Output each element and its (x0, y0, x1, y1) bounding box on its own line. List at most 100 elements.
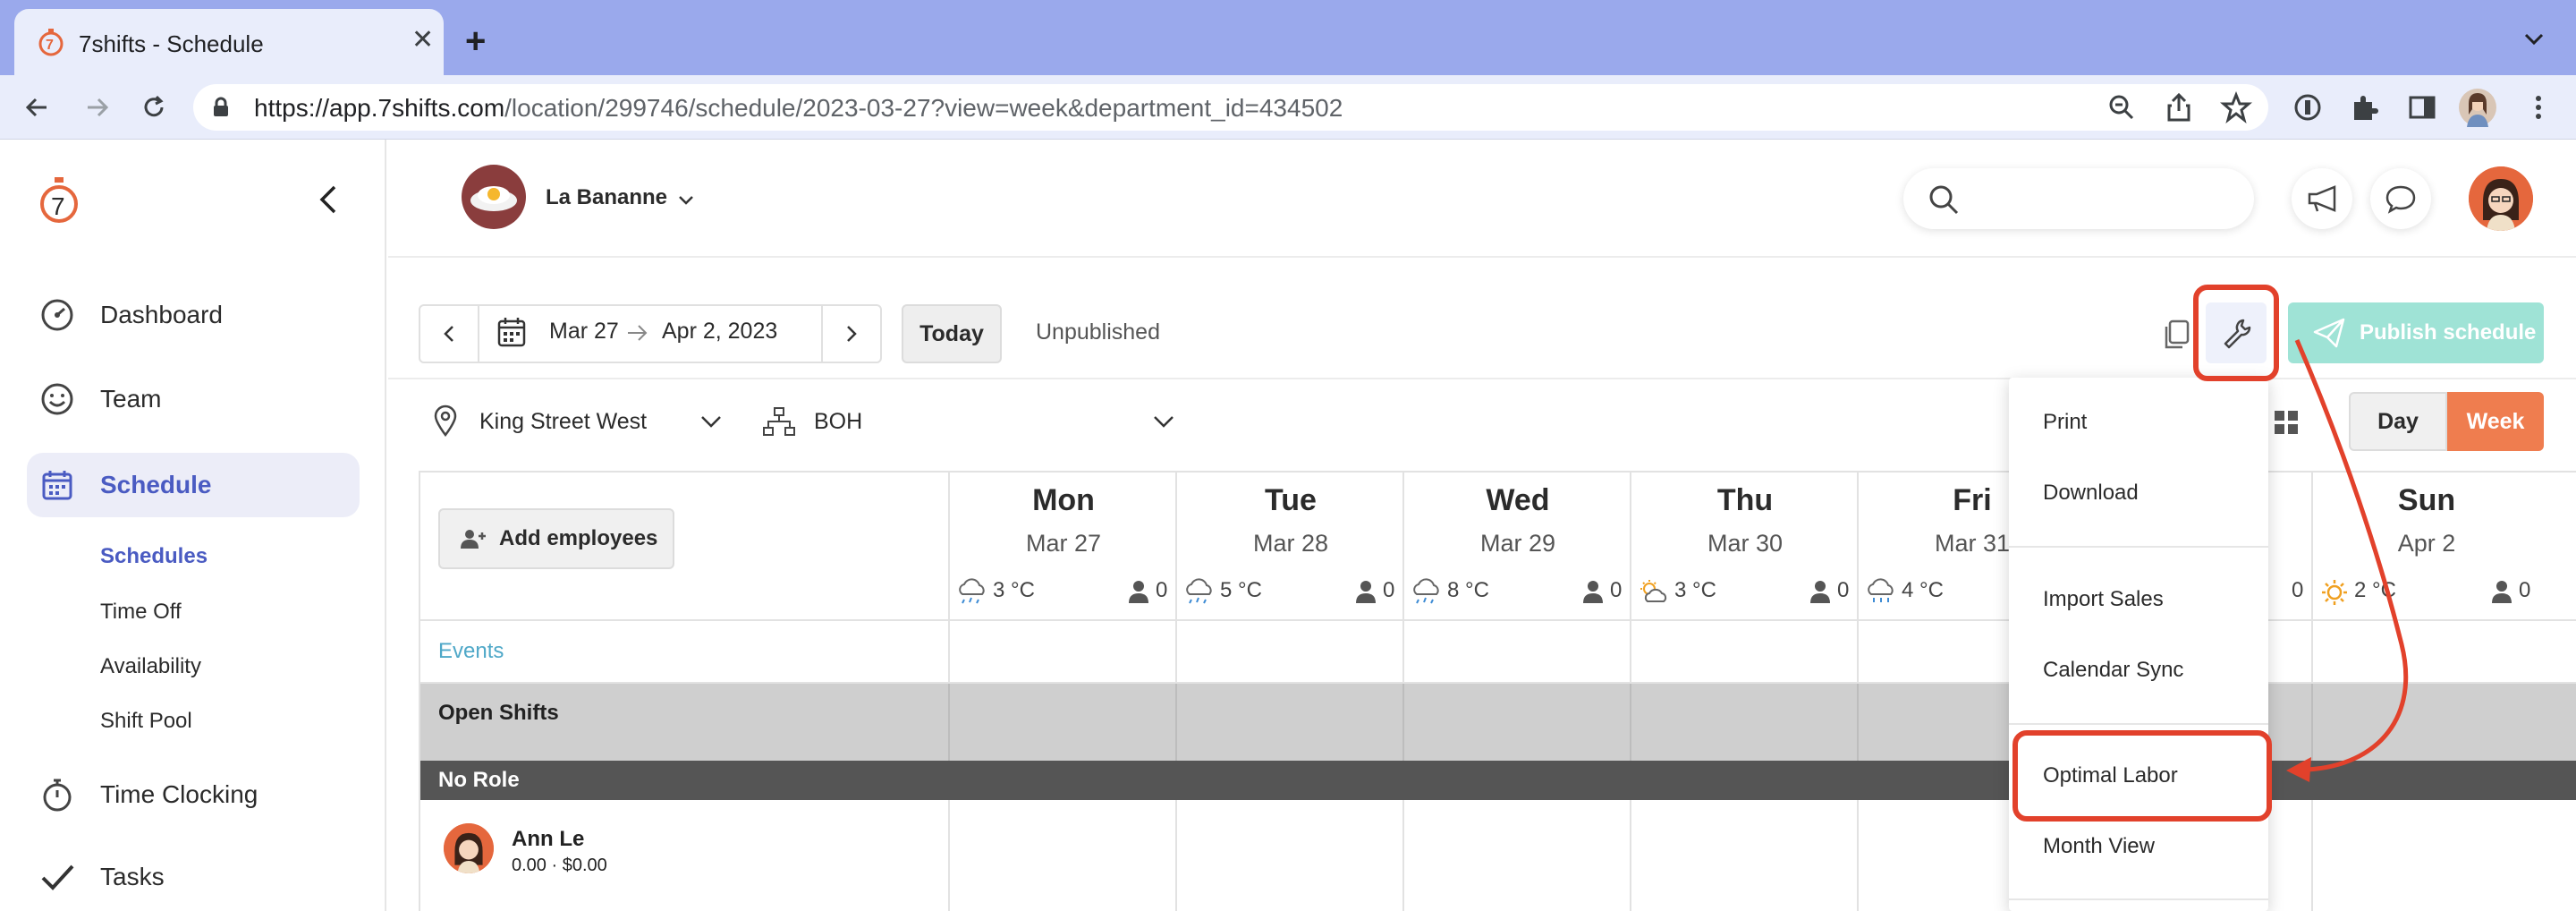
date-end[interactable]: Apr 2, 2023 (662, 319, 777, 345)
prev-week-button[interactable] (420, 306, 479, 362)
weather-temp: 3 °C (993, 578, 1035, 602)
grid-column-divider (948, 684, 950, 761)
chevron-down-icon[interactable] (1152, 412, 1175, 431)
tools-dropdown-menu (2009, 378, 2268, 911)
announcements-button[interactable] (2292, 168, 2352, 229)
employee-count: 0 (1156, 578, 1168, 602)
messages-button[interactable] (2370, 168, 2431, 229)
calendar-icon[interactable] (497, 317, 526, 347)
back-arrow-icon[interactable] (21, 91, 54, 123)
chevron-right-icon (847, 326, 857, 342)
gauge-icon (41, 299, 73, 331)
person-icon (2492, 581, 2512, 603)
department-select[interactable]: BOH (814, 409, 862, 435)
weather-temp: 3 °C (1674, 578, 1716, 602)
org-chart-icon (763, 407, 795, 436)
rain-cloud-icon (1868, 578, 1894, 602)
grid-column-divider (1402, 684, 1404, 761)
schedule-status: Unpublished (1036, 319, 1160, 345)
snow-cloud-icon (1186, 578, 1212, 604)
chevron-down-icon[interactable] (699, 412, 723, 431)
sidebar-item-label: Tasks (100, 863, 165, 890)
tab-title: 7shifts - Schedule (79, 30, 264, 57)
events-link[interactable]: Events (438, 639, 504, 664)
zoom-icon[interactable] (2106, 91, 2138, 123)
sidebar-item-dashboard[interactable]: Dashboard (39, 297, 223, 333)
no-role-label: No Role (438, 768, 520, 792)
location-avatar[interactable] (462, 165, 526, 229)
search-icon (1929, 185, 1959, 215)
user-avatar[interactable] (2469, 166, 2533, 231)
day-date: Mar 30 (1707, 530, 1784, 557)
sidebar-item-label: Schedule (100, 471, 212, 498)
sidebar-item-tasks[interactable]: Tasks (39, 859, 165, 895)
menu-item-import-sales[interactable]: Import Sales (2043, 587, 2164, 612)
stopwatch-icon (43, 779, 72, 812)
employee-count: 0 (1383, 578, 1395, 602)
url-path: /location/299746/schedule/2023-03-27?vie… (504, 94, 1343, 122)
copy-icon[interactable] (2161, 319, 2191, 351)
bookmark-star-icon[interactable] (2220, 91, 2252, 123)
forward-arrow-icon[interactable] (80, 91, 113, 123)
sidebar-subitem-availability[interactable]: Availability (100, 654, 201, 679)
tab-search-chevron-icon[interactable] (2522, 27, 2546, 50)
menu-item-calendar-sync[interactable]: Calendar Sync (2043, 658, 2183, 683)
location-select[interactable]: King Street West (479, 409, 647, 435)
arrow-right-icon (628, 325, 648, 341)
megaphone-icon (2308, 185, 2336, 212)
calendar-icon (42, 471, 72, 500)
side-panel-icon[interactable] (2406, 91, 2438, 123)
url-host: https://app.7shifts.com (254, 94, 505, 122)
menu-item-download[interactable]: Download (2043, 481, 2139, 506)
menu-separator (2009, 723, 2268, 725)
sidebar-subitem-shift-pool[interactable]: Shift Pool (100, 709, 192, 734)
sidebar-item-schedule[interactable]: Schedule (39, 467, 211, 503)
tab-close-icon[interactable]: ✕ (411, 25, 434, 55)
sidebar-item-label: Team (100, 385, 162, 413)
menu-item-print[interactable]: Print (2043, 410, 2087, 435)
day-header-mon: Mon (1032, 483, 1095, 517)
lock-icon[interactable] (211, 97, 231, 118)
chrome-menu-icon[interactable] (2522, 91, 2555, 123)
sidebar-subitem-time-off[interactable]: Time Off (100, 600, 182, 625)
browser-tab[interactable]: 7 7shifts - Schedule ✕ (14, 9, 444, 75)
annotation-highlight-optimal-labor (2012, 730, 2272, 822)
weather-temp: 8 °C (1447, 578, 1489, 602)
reload-icon[interactable] (138, 91, 170, 123)
sidebar-subitem-schedules[interactable]: Schedules (100, 544, 208, 569)
password-manager-icon[interactable] (2292, 91, 2324, 123)
sidebar-item-time-clocking[interactable]: Time Clocking (39, 777, 258, 813)
snow-cloud-icon (959, 578, 985, 604)
week-view-button[interactable]: Week (2447, 392, 2544, 451)
add-employees-button[interactable]: Add employees (438, 508, 674, 569)
profile-avatar-icon[interactable] (2458, 88, 2497, 127)
location-pin-icon (434, 404, 457, 437)
employee-name[interactable]: Ann Le (512, 827, 584, 852)
day-date: Mar 27 (1025, 530, 1102, 557)
url-text[interactable]: https://app.7shifts.com/location/299746/… (254, 94, 1343, 123)
collapse-sidebar-chevron-icon[interactable] (315, 184, 342, 215)
sidebar-item-label: Dashboard (100, 301, 223, 328)
person-icon (1583, 581, 1603, 603)
date-start[interactable]: Mar 27 (549, 319, 619, 345)
today-button[interactable]: Today (902, 304, 1002, 363)
next-week-button[interactable] (821, 306, 880, 362)
partly-cloudy-icon (1640, 580, 1667, 602)
location-name[interactable]: La Bananne (546, 185, 667, 210)
7shifts-favicon-icon: 7 (38, 29, 64, 56)
chevron-down-icon[interactable] (676, 190, 696, 209)
extensions-puzzle-icon[interactable] (2349, 91, 2381, 123)
sidebar-item-team[interactable]: Team (39, 381, 161, 417)
search-input[interactable] (1903, 168, 2254, 229)
person-icon (1356, 581, 1376, 603)
employee-hours-wages: 0.00 · $0.00 (512, 856, 607, 875)
employee-avatar[interactable] (444, 823, 494, 873)
grid-column-divider (1175, 684, 1177, 761)
share-icon[interactable] (2163, 91, 2195, 123)
day-header-tue: Tue (1265, 483, 1317, 517)
menu-item-month-view[interactable]: Month View (2043, 834, 2155, 859)
new-tab-icon[interactable]: + (465, 23, 486, 59)
7shifts-logo-icon[interactable]: 7 (39, 175, 79, 226)
weather-temp: 4 °C (1902, 578, 1944, 602)
chat-bubble-icon (2385, 185, 2416, 214)
